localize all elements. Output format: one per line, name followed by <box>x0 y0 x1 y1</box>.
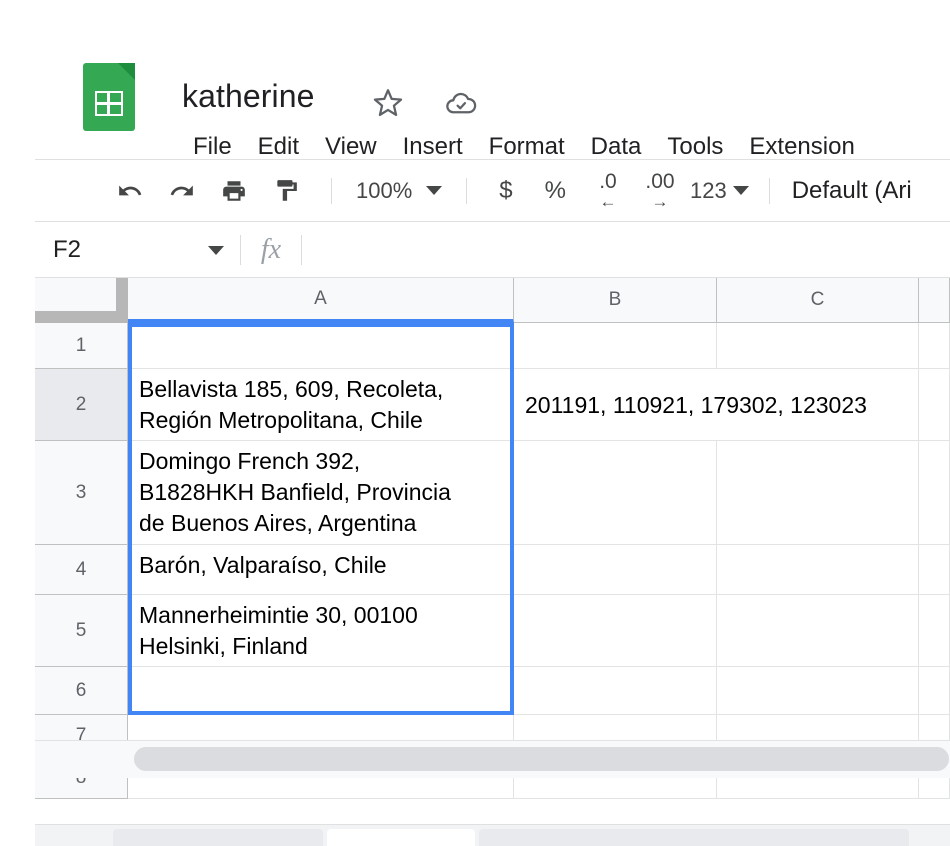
cell-c5[interactable] <box>717 595 919 667</box>
zoom-control[interactable]: 100% <box>348 171 450 211</box>
sheet-tab-1[interactable] <box>113 829 323 846</box>
cell-c4[interactable] <box>717 545 919 595</box>
cell-a4[interactable]: Barón, Valparaíso, Chile <box>128 545 514 595</box>
menu-item-extensions[interactable]: Extension <box>736 130 867 164</box>
menu-item-data[interactable]: Data <box>578 130 655 164</box>
row-header-2[interactable]: 2 <box>35 369 128 441</box>
paint-format-icon[interactable] <box>263 168 309 214</box>
zoom-value: 100% <box>356 177 413 203</box>
number-format-label: 123 <box>689 177 727 203</box>
menu-item-insert[interactable]: Insert <box>390 130 476 164</box>
function-icon[interactable]: fx <box>241 234 301 266</box>
column-header-d[interactable] <box>919 278 950 323</box>
formula-input[interactable] <box>302 222 950 277</box>
chevron-down-icon[interactable] <box>208 246 224 255</box>
row-header-5[interactable]: 5 <box>35 595 128 667</box>
star-outline-icon[interactable] <box>371 86 405 120</box>
document-title[interactable]: katherine <box>182 78 315 115</box>
row-header-1[interactable]: 1 <box>35 323 128 369</box>
cell-a2[interactable]: Bellavista 185, 609, Recoleta, Región Me… <box>128 369 514 441</box>
cell-b5[interactable] <box>514 595 717 667</box>
decrease-decimal-label: .0 <box>599 169 617 193</box>
arrow-right-icon: → <box>651 191 669 211</box>
cell-b6[interactable] <box>514 667 717 715</box>
percent-format-button[interactable]: % <box>529 169 582 213</box>
cell-c6[interactable] <box>717 667 919 715</box>
sheets-logo-icon <box>83 63 135 131</box>
redo-icon[interactable] <box>159 168 205 214</box>
menu-item-file[interactable]: File <box>180 130 245 164</box>
fx-label: fx <box>260 233 282 265</box>
corner-strip-v <box>116 278 128 323</box>
row-header-4[interactable]: 4 <box>35 545 128 595</box>
column-header-a[interactable]: A <box>128 278 514 323</box>
cell-b3[interactable] <box>514 441 717 545</box>
cell-a6[interactable] <box>128 667 514 715</box>
cell-c1[interactable] <box>717 323 919 369</box>
cell-d6[interactable] <box>919 667 950 715</box>
sheet-tab-bar <box>35 824 950 846</box>
chevron-down-icon <box>732 186 749 195</box>
toolbar-divider-3 <box>768 177 770 204</box>
cell-a5[interactable]: Mannerheimintie 30, 00100 Helsinki, Finl… <box>128 595 514 667</box>
corner-strip-h <box>35 311 128 323</box>
chevron-down-icon <box>426 186 443 195</box>
cell-b1[interactable] <box>514 323 717 369</box>
column-header-b[interactable]: B <box>514 278 717 323</box>
cell-a1[interactable] <box>128 323 514 369</box>
menu-item-format[interactable]: Format <box>476 130 578 164</box>
arrow-left-icon: ← <box>599 191 617 211</box>
toolbar-divider-1 <box>331 177 332 204</box>
cell-a3[interactable]: Domingo French 392, B1828HKH Banfield, P… <box>128 441 514 545</box>
logo-grid-glyph <box>95 91 123 116</box>
number-format-button[interactable]: 123 <box>686 178 753 204</box>
row-header-6[interactable]: 6 <box>35 667 128 715</box>
sheet-tab-2[interactable] <box>327 829 475 846</box>
row-header-3[interactable]: 3 <box>35 441 128 545</box>
title-bar: katherine File Edit View Insert Format D… <box>35 30 950 160</box>
cell-b4[interactable] <box>514 545 717 595</box>
undo-icon[interactable] <box>107 168 153 214</box>
cloud-saved-icon[interactable] <box>444 86 478 120</box>
name-box[interactable]: F2 <box>35 222 240 277</box>
cell-d4[interactable] <box>919 545 950 595</box>
menu-item-edit[interactable]: Edit <box>245 130 312 164</box>
horizontal-scrollbar-track[interactable] <box>130 747 950 771</box>
toolbar: 100% $ % .0 ← .00 → 123 Default (Ari <box>35 160 950 222</box>
toolbar-divider-2 <box>466 177 468 204</box>
sheet-tab-3[interactable] <box>479 829 909 846</box>
menu-item-tools[interactable]: Tools <box>654 130 736 164</box>
name-box-value: F2 <box>53 235 82 263</box>
menu-bar: File Edit View Insert Format Data Tools … <box>180 130 868 164</box>
cell-d1[interactable] <box>919 323 950 369</box>
cell-d3[interactable] <box>919 441 950 545</box>
cell-b2[interactable]: 201191, 110921, 179302, 123023 <box>514 369 867 441</box>
increase-decimal-label: .00 <box>645 169 675 193</box>
print-icon[interactable] <box>211 168 257 214</box>
cell-d2[interactable] <box>919 369 950 441</box>
font-family-selector[interactable]: Default (Ari <box>786 177 918 205</box>
sheets-window: katherine File Edit View Insert Format D… <box>35 30 950 846</box>
column-header-c[interactable]: C <box>717 278 919 323</box>
menu-item-view[interactable]: View <box>312 130 390 164</box>
horizontal-scrollbar-area <box>35 740 950 778</box>
cell-d5[interactable] <box>919 595 950 667</box>
formula-bar: F2 fx <box>35 222 950 278</box>
spreadsheet-grid: A B C 1 2 3 4 5 6 7 8 Bellavista 185, 60… <box>35 278 950 799</box>
cell-c3[interactable] <box>717 441 919 545</box>
decrease-decimal-button[interactable]: .0 ← <box>582 168 634 214</box>
horizontal-scrollbar-thumb[interactable] <box>134 747 949 771</box>
increase-decimal-button[interactable]: .00 → <box>634 168 686 214</box>
logo-fold <box>118 63 135 80</box>
currency-format-button[interactable]: $ <box>483 169 528 213</box>
